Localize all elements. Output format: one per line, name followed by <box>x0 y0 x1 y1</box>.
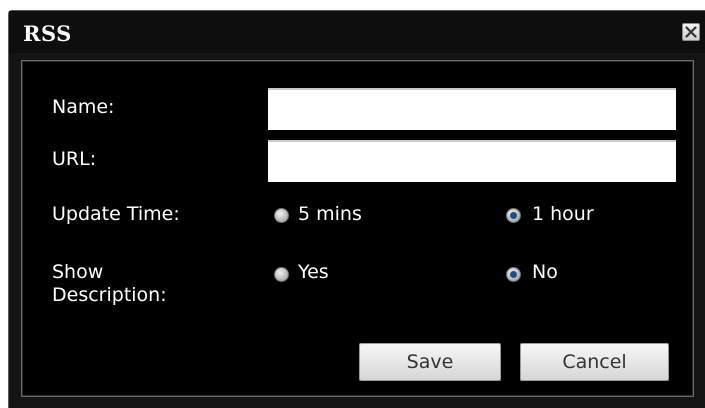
dialog-title: RSS <box>23 21 72 46</box>
dialog-title-bar[interactable]: RSS <box>9 11 705 53</box>
name-label: Name: <box>52 96 115 118</box>
update-time-1hour-radio[interactable] <box>506 208 521 223</box>
url-input[interactable] <box>268 140 676 182</box>
update-time-label: Update Time: <box>52 203 180 225</box>
show-description-yes-radio[interactable] <box>274 267 289 282</box>
rss-dialog: RSS Name: URL: Update Time: 5 mins 1 hou… <box>8 10 705 408</box>
show-description-label-line2: Description: <box>52 284 167 306</box>
show-description-no-label[interactable]: No <box>532 260 558 284</box>
close-button[interactable] <box>682 23 700 41</box>
close-x-icon <box>685 26 697 38</box>
show-description-yes-label[interactable]: Yes <box>298 260 329 284</box>
update-time-5min-label[interactable]: 5 mins <box>298 202 362 226</box>
form-panel: Name: URL: Update Time: 5 mins 1 hour Sh… <box>21 60 694 397</box>
save-button[interactable]: Save <box>359 343 501 381</box>
url-label: URL: <box>52 148 97 170</box>
cancel-button[interactable]: Cancel <box>520 343 669 381</box>
name-input[interactable] <box>268 88 676 130</box>
update-time-1hour-label[interactable]: 1 hour <box>532 202 594 226</box>
update-time-5min-radio[interactable] <box>274 208 289 223</box>
show-description-no-radio[interactable] <box>506 267 521 282</box>
show-description-label-line1: Show <box>52 261 104 283</box>
